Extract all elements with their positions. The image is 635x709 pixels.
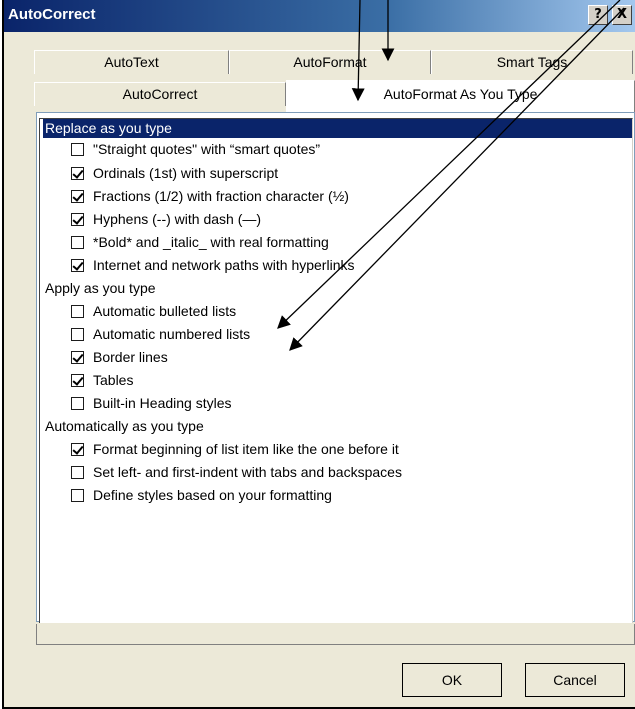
tab-autotext[interactable]: AutoText [34,50,229,74]
checkbox[interactable] [71,351,84,364]
option-label: Tables [93,372,134,388]
list-item[interactable]: Define styles based on your formatting [71,485,332,505]
checkbox[interactable] [71,443,84,456]
checkbox[interactable] [71,236,84,249]
option-label: Format beginning of list item like the o… [93,441,399,457]
list-item[interactable]: Tables [71,370,133,390]
tab-autoformat-as-you-type[interactable]: AutoFormat As You Type [286,80,635,114]
checkbox[interactable] [71,397,84,410]
list-item[interactable]: Border lines [71,347,168,367]
option-label: Ordinals (1st) with superscript [93,165,279,181]
autocorrect-dialog: AutoCorrect ? X AutoText AutoFormat Smar… [2,0,635,709]
tab-autoformat[interactable]: AutoFormat [229,50,431,74]
list-item[interactable]: *Bold* and _italic_ with real formatting [71,232,329,252]
group-header-automatically[interactable]: Automatically as you type [43,417,204,436]
list-item[interactable]: Set left- and first-indent with tabs and… [71,462,402,482]
checkbox[interactable] [71,489,84,502]
option-label: Hyphens (--) with dash (—) [93,211,262,227]
group-header-replace[interactable]: Replace as you type [43,119,632,138]
tab-smart-tags[interactable]: Smart Tags [431,50,633,74]
option-label: Define styles based on your formatting [93,487,332,503]
checkbox[interactable] [71,143,84,156]
list-item[interactable]: Format beginning of list item like the o… [71,439,399,459]
option-label: Fractions (1/2) with fraction character … [93,188,349,204]
option-label: Automatic numbered lists [93,326,251,342]
option-label: Automatic bulleted lists [93,303,237,319]
list-item[interactable]: Fractions (1/2) with fraction character … [71,186,349,206]
close-button[interactable]: X [612,5,632,25]
help-button[interactable]: ? [588,5,608,25]
option-label: Border lines [93,349,168,365]
checkbox[interactable] [71,466,84,479]
checkbox[interactable] [71,190,84,203]
list-item[interactable]: Internet and network paths with hyperlin… [71,255,354,275]
checkbox[interactable] [71,213,84,226]
window-title: AutoCorrect [8,6,96,23]
option-label: "Straight quotes" with “smart quotes” [93,141,321,157]
list-item[interactable]: Built-in Heading styles [71,393,232,413]
list-item[interactable]: "Straight quotes" with “smart quotes” [71,139,320,159]
options-list[interactable]: Replace as you type "Straight quotes" wi… [39,118,633,623]
tab-panel: Replace as you type "Straight quotes" wi… [36,112,635,623]
panel-footer [36,624,635,645]
list-item[interactable]: Automatic numbered lists [71,324,250,344]
group-header-apply[interactable]: Apply as you type [43,279,156,298]
option-label: Internet and network paths with hyperlin… [93,257,355,273]
checkbox[interactable] [71,374,84,387]
list-item[interactable]: Automatic bulleted lists [71,301,236,321]
tab-autocorrect[interactable]: AutoCorrect [34,82,286,106]
list-item[interactable]: Ordinals (1st) with superscript [71,163,278,183]
option-label: Built-in Heading styles [93,395,232,411]
checkbox[interactable] [71,259,84,272]
cancel-button[interactable]: Cancel [525,663,625,697]
list-item[interactable]: Hyphens (--) with dash (—) [71,209,261,229]
option-label: *Bold* and _italic_ with real formatting [93,234,329,250]
option-label: Set left- and first-indent with tabs and… [93,464,402,480]
checkbox[interactable] [71,305,84,318]
checkbox[interactable] [71,328,84,341]
ok-button[interactable]: OK [402,663,502,697]
checkbox[interactable] [71,167,84,180]
title-bar[interactable]: AutoCorrect ? X [4,0,635,32]
